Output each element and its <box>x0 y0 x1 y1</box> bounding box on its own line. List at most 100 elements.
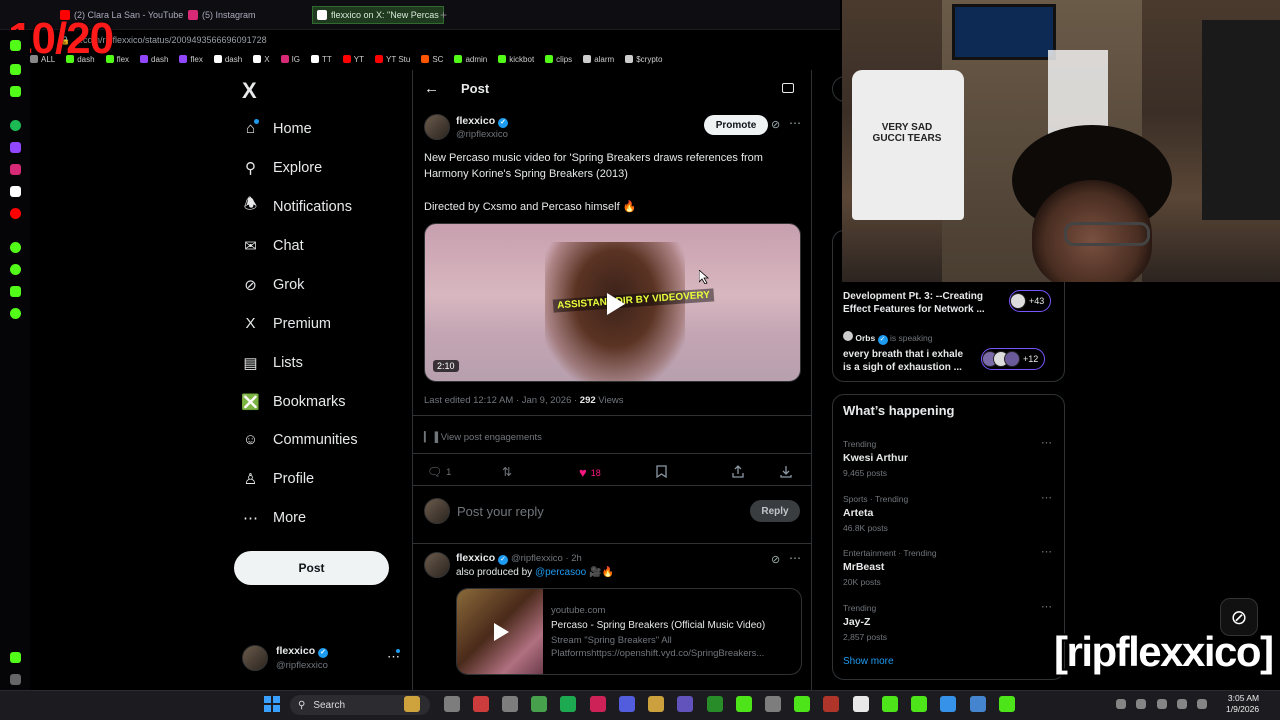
new-tab-button[interactable]: + <box>440 6 447 24</box>
kick-icon[interactable] <box>10 86 21 97</box>
x-icon[interactable] <box>10 186 21 197</box>
discord-icon[interactable] <box>619 696 635 712</box>
youtube-icon[interactable] <box>10 208 21 219</box>
bookmark-item[interactable]: YT Stu <box>375 54 410 64</box>
listeners-pill[interactable]: +43 <box>1009 290 1052 312</box>
wifi-icon[interactable] <box>1177 699 1187 709</box>
address-bar[interactable]: 🔒 x.com/ripflexxico/status/2009493566696… <box>60 30 840 50</box>
record-icon[interactable] <box>823 696 839 712</box>
kick-icon[interactable] <box>10 40 21 51</box>
reply-author-avatar[interactable] <box>424 552 450 578</box>
trend-name[interactable]: Arteta <box>843 507 873 519</box>
more-dots-icon[interactable]: ⋯ <box>1041 545 1052 558</box>
grok-icon[interactable]: ⊘ <box>771 118 780 131</box>
file-icon[interactable] <box>473 696 489 712</box>
nav-item-bookmarks[interactable]: ❎ Bookmarks <box>241 393 345 411</box>
kick-icon[interactable] <box>911 696 927 712</box>
reader-view-icon[interactable] <box>782 83 794 93</box>
gx-icon[interactable] <box>10 652 21 663</box>
tab-x-post[interactable]: flexxico on X: "New Percas <box>312 6 444 24</box>
nav-item-profile[interactable]: ♙ Profile <box>242 470 314 488</box>
bookmark-item[interactable]: dash <box>140 54 168 64</box>
nav-item-communities[interactable]: ☺ Communities <box>242 431 358 448</box>
kick-icon[interactable] <box>882 696 898 712</box>
chrome-icon[interactable] <box>531 696 547 712</box>
capcut-icon[interactable] <box>853 696 869 712</box>
system-clock[interactable]: 3:05 AM 1/9/2026 <box>1226 693 1259 715</box>
like-action[interactable]: ♥ 18 <box>579 465 601 480</box>
folder-icon[interactable] <box>648 696 664 712</box>
more-dots-icon[interactable]: ⋯ <box>1041 436 1052 449</box>
instagram-icon[interactable] <box>10 164 21 175</box>
view-engagements-link[interactable]: ▎▐ View post engagements <box>424 432 542 443</box>
bookmark-item[interactable]: alarm <box>583 54 614 64</box>
post-author-name[interactable]: flexxico <box>456 115 495 127</box>
grok-icon[interactable]: ⊘ <box>771 553 780 566</box>
reply-input[interactable]: Post your reply <box>457 504 544 519</box>
post-author-avatar[interactable] <box>424 114 450 140</box>
show-more-link[interactable]: Show more <box>843 656 894 667</box>
bookmark-item[interactable]: kickbot <box>498 54 534 64</box>
chevron-up-icon[interactable] <box>1116 699 1126 709</box>
spotify-icon[interactable] <box>10 120 21 131</box>
bookmark-item[interactable]: $crypto <box>625 54 662 64</box>
more-icon[interactable] <box>10 674 21 685</box>
kick-icon[interactable] <box>736 696 752 712</box>
nav-item-premium[interactable]: X Premium <box>242 315 331 332</box>
history-icon[interactable] <box>10 264 21 275</box>
mention-link[interactable]: @percasoo <box>535 567 586 578</box>
twitch-icon[interactable] <box>10 142 21 153</box>
back-arrow-icon[interactable]: ← <box>424 80 439 97</box>
reply-button[interactable]: Reply <box>750 500 800 522</box>
nav-item-more[interactable]: ⋯ More <box>242 509 306 527</box>
trend-name[interactable]: MrBeast <box>843 561 884 573</box>
obs-icon[interactable] <box>677 696 693 712</box>
space-item[interactable]: Development Pt. 3: --Creating Effect Fea… <box>843 290 985 316</box>
bookmark-item[interactable]: SC <box>421 54 443 64</box>
mic-icon[interactable] <box>1157 699 1167 709</box>
task-view-icon[interactable] <box>444 696 460 712</box>
play-circle-icon[interactable] <box>10 242 21 253</box>
reply-handle-time[interactable]: @ripflexxico · 2h <box>511 553 582 564</box>
nav-item-chat[interactable]: ✉ Chat <box>242 237 303 255</box>
bookmark-item[interactable]: TT <box>311 54 332 64</box>
post-timestamp[interactable]: Last edited 12:12 AM · Jan 9, 2026 · <box>424 395 580 406</box>
bookmark-item[interactable]: admin <box>454 54 487 64</box>
play-icon[interactable] <box>600 290 628 318</box>
emoji-widget-icon[interactable] <box>404 696 420 712</box>
more-dots-icon[interactable]: ⋯ <box>789 551 801 565</box>
cloud-icon[interactable] <box>1136 699 1146 709</box>
nav-item-home[interactable]: ⌂ Home <box>242 120 312 137</box>
trend-name[interactable]: Kwesi Arthur <box>843 452 908 464</box>
opera-gx-icon[interactable] <box>590 696 606 712</box>
more-dots-icon[interactable]: ⋯ <box>1041 600 1052 613</box>
xbox-icon[interactable] <box>707 696 723 712</box>
video-player[interactable]: ASSISTANT DIR BY VIDEOVERY 2:10 <box>424 223 801 382</box>
kick-icon[interactable] <box>10 64 21 75</box>
bookmark-action[interactable] <box>656 465 667 478</box>
repost-action[interactable]: ⇅ <box>502 465 512 479</box>
download-action[interactable] <box>780 465 792 478</box>
nav-item-explore[interactable]: ⚲ Explore <box>242 159 322 177</box>
post-button[interactable]: Post <box>234 551 389 585</box>
grid-icon[interactable] <box>940 696 956 712</box>
notepad-icon[interactable] <box>970 696 986 712</box>
kick-icon[interactable] <box>999 696 1015 712</box>
space-item[interactable]: every breath that i exhale is a sigh of … <box>843 348 963 374</box>
link-preview-card[interactable]: youtube.com Percaso - Spring Breakers (O… <box>456 588 802 675</box>
x-logo[interactable]: X <box>242 78 257 104</box>
bookmark-item[interactable]: YT <box>342 54 364 64</box>
share-action[interactable] <box>732 465 744 478</box>
settings-icon[interactable] <box>10 308 21 319</box>
reply-action[interactable]: 🗨 1 <box>427 465 451 479</box>
more-dots-icon[interactable]: ⋯ <box>789 116 801 130</box>
reply-author-name[interactable]: flexxico <box>456 552 495 564</box>
bookmark-item[interactable]: dash <box>213 54 242 64</box>
bookmark-item[interactable]: X <box>253 54 270 64</box>
nav-item-notifications[interactable]: 🕭 Notifications <box>242 196 352 215</box>
more-dots-icon[interactable]: ⋯ <box>1041 491 1052 504</box>
nav-item-grok[interactable]: ⊘ Grok <box>242 276 304 294</box>
windows-start-icon[interactable] <box>264 696 280 712</box>
spotify-icon[interactable] <box>560 696 576 712</box>
game-icon[interactable] <box>502 696 518 712</box>
